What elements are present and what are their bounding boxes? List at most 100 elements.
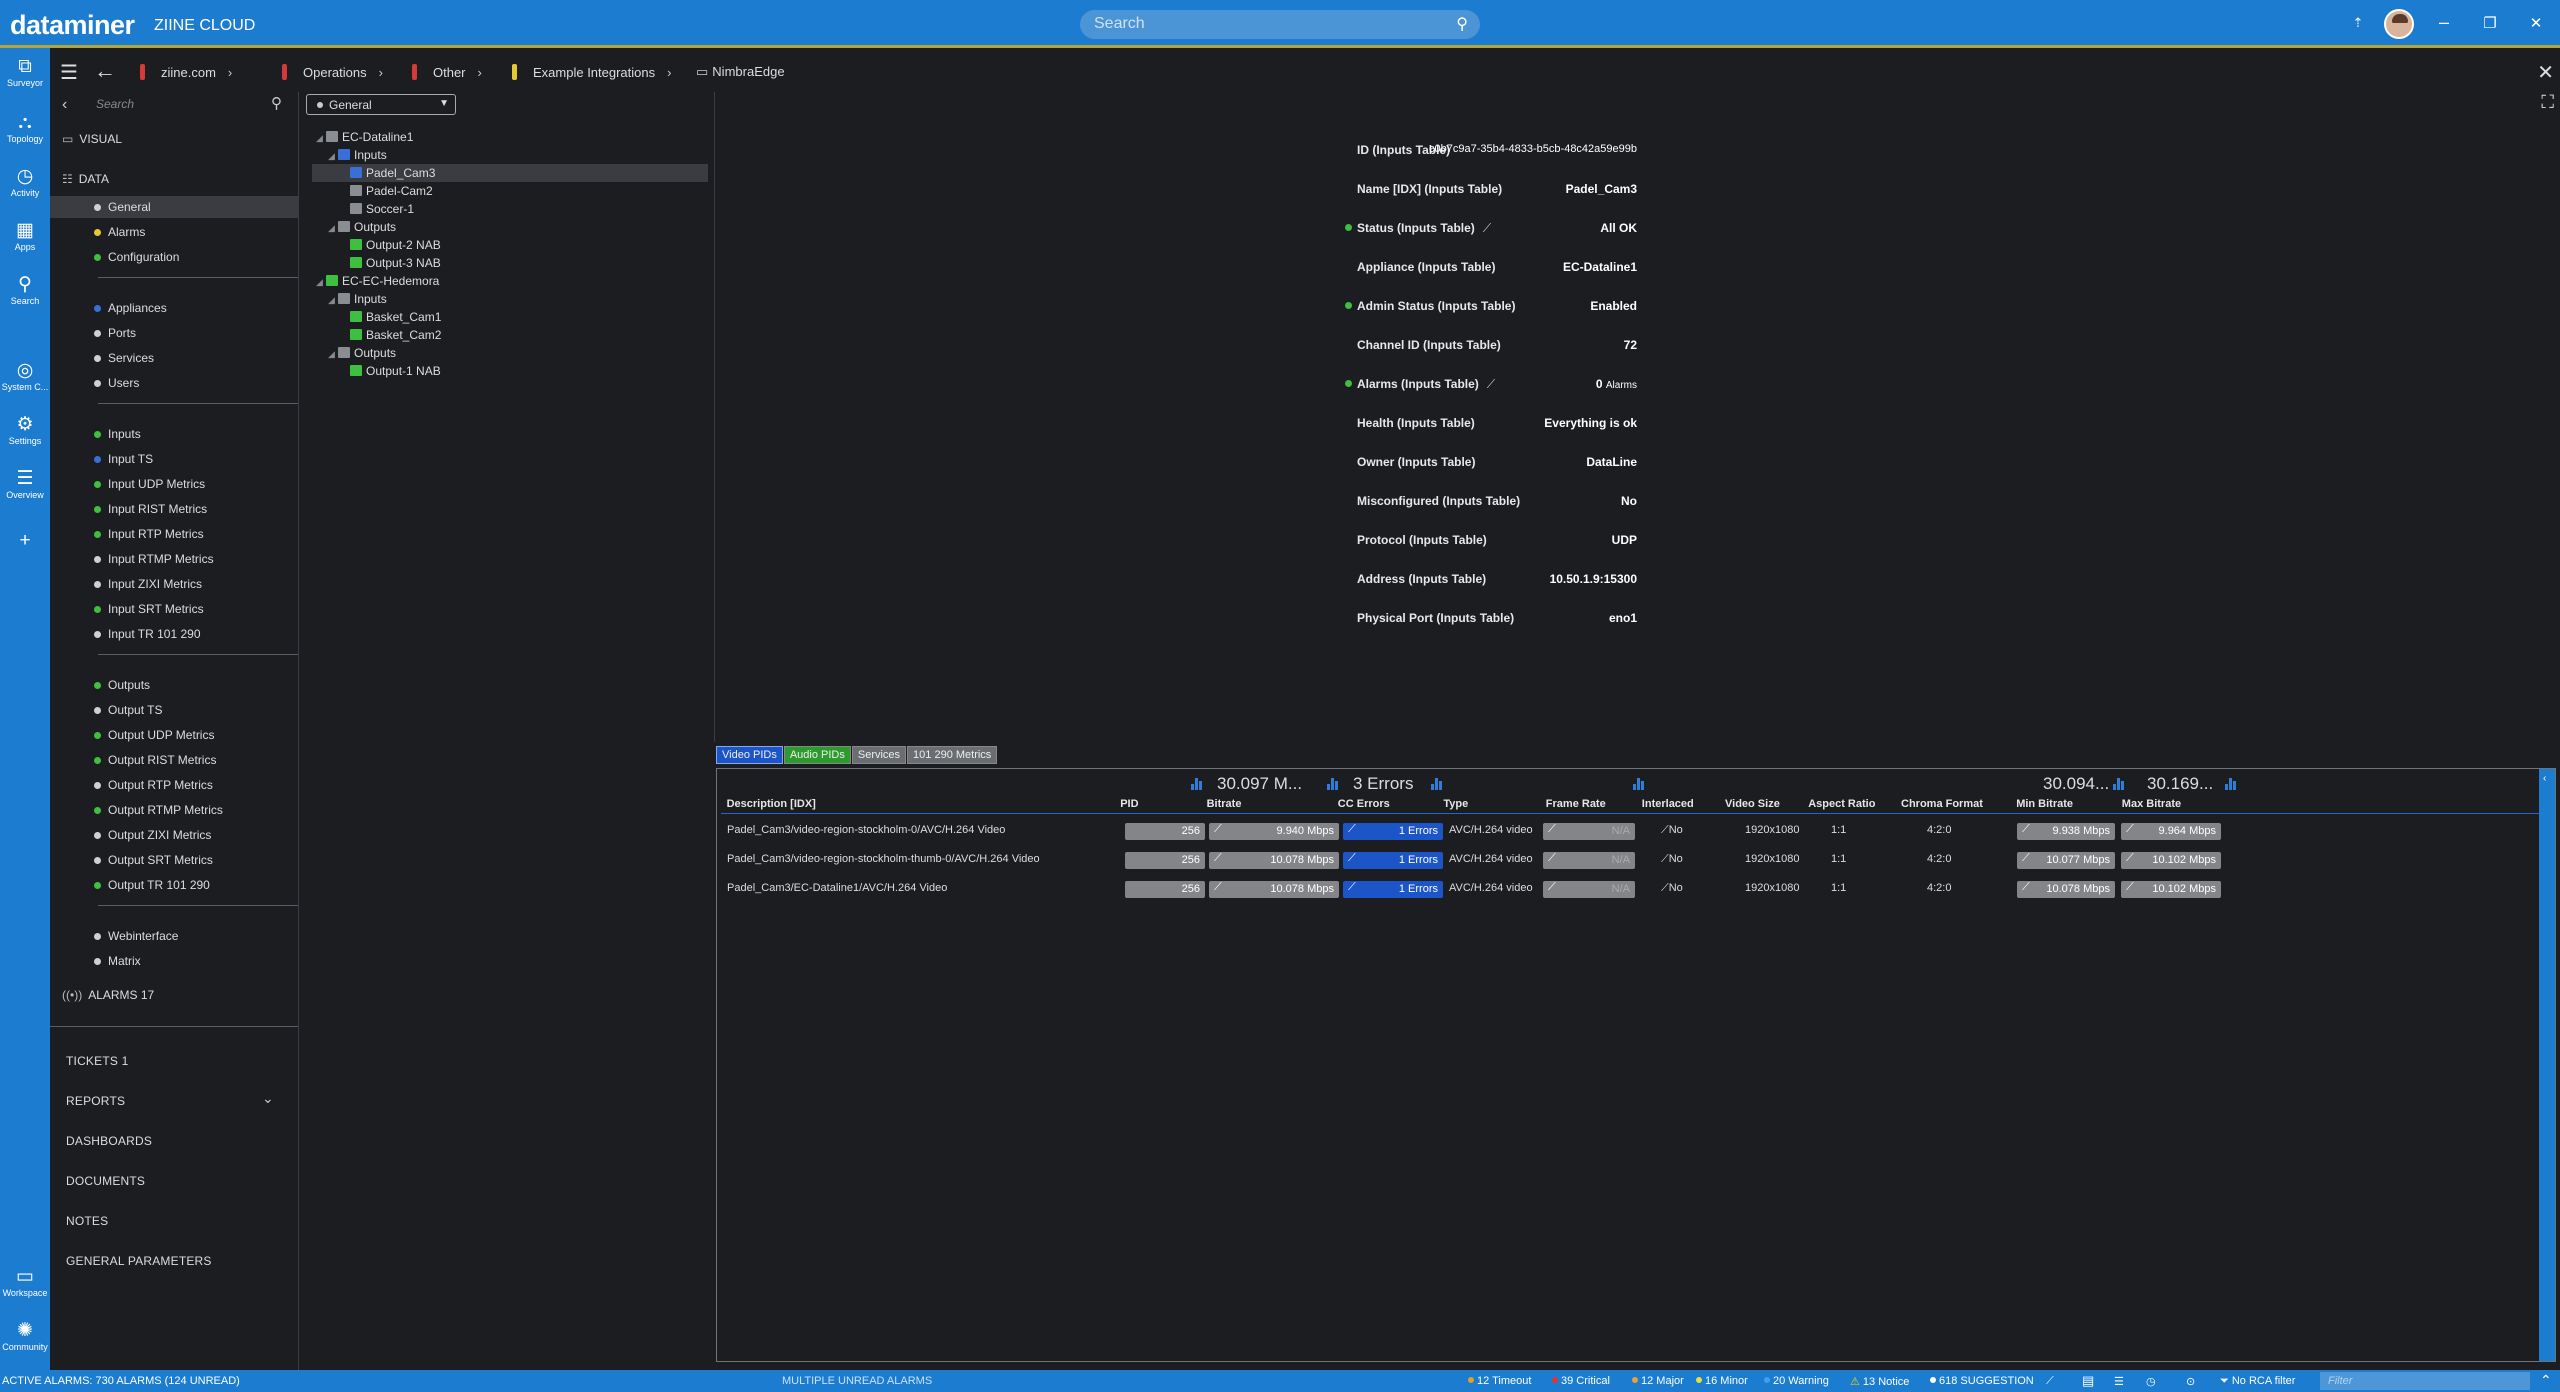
rail-topology[interactable]: ⛬ Topology [0, 112, 50, 144]
nav-item-output-zixi-metrics[interactable]: Output ZIXI Metrics [50, 824, 298, 846]
nav-item-input-rtp-metrics[interactable]: Input RTP Metrics [50, 523, 298, 545]
nav-item-input-udp-metrics[interactable]: Input UDP Metrics [50, 473, 298, 495]
rail-surveyor[interactable]: ⧉ Surveyor [0, 56, 50, 88]
expand-toggle-icon[interactable]: ◢ [328, 295, 338, 306]
global-search-input[interactable]: Search ⚲ [1080, 10, 1480, 39]
close-window-button[interactable]: ✕ [2524, 14, 2548, 32]
bar-chart-icon[interactable] [2113, 777, 2126, 790]
nav-item-configuration[interactable]: Configuration [50, 246, 298, 268]
nav-item-input-srt-metrics[interactable]: Input SRT Metrics [50, 598, 298, 620]
back-arrow-icon[interactable]: ← [94, 58, 116, 84]
trend-icon[interactable]: ⟋ [1661, 853, 1669, 865]
restore-button[interactable]: ❐ [2478, 14, 2502, 32]
nav-search-input[interactable]: Search ⚲ [90, 92, 290, 116]
page-dropdown[interactable]: General ▼ [306, 94, 456, 115]
trend-icon[interactable]: ⟋ [2046, 1375, 2054, 1388]
nav-item-output-rist-metrics[interactable]: Output RIST Metrics [50, 749, 298, 771]
column-header-frame-rate[interactable]: Frame Rate [1546, 798, 1606, 810]
nav-item-users[interactable]: Users [50, 372, 298, 394]
trend-icon[interactable]: ⟋ [2126, 852, 2134, 865]
unread-alarms-text[interactable]: MULTIPLE UNREAD ALARMS [782, 1375, 932, 1387]
nav-item-output-rtmp-metrics[interactable]: Output RTMP Metrics [50, 799, 298, 821]
alarm-count-major[interactable]: 12 Major [1632, 1375, 1684, 1387]
sort-icon[interactable]: ☰ [2114, 1375, 2124, 1388]
tree-node[interactable]: Basket_Cam1 [312, 308, 708, 326]
alarm-filter-input[interactable]: Filter [2320, 1372, 2530, 1390]
close-card-icon[interactable]: ✕ [2537, 60, 2554, 85]
chevron-left-icon[interactable]: ‹ [62, 96, 67, 114]
trend-icon[interactable]: ⟋ [2022, 881, 2030, 894]
nav-item-input-ts[interactable]: Input TS [50, 448, 298, 470]
trend-icon[interactable]: ⟋ [1548, 881, 1556, 894]
nav-notes[interactable]: NOTES [66, 1214, 108, 1228]
rail-overview[interactable]: ☰ Overview [0, 468, 50, 500]
trend-icon[interactable]: ⟋ [1214, 852, 1222, 865]
trend-icon[interactable]: ⟋ [1661, 882, 1669, 894]
column-header-bitrate[interactable]: Bitrate [1207, 798, 1242, 810]
bar-chart-icon[interactable] [1431, 777, 1444, 790]
nav-item-alarms[interactable]: Alarms [50, 221, 298, 243]
nav-item-output-rtp-metrics[interactable]: Output RTP Metrics [50, 774, 298, 796]
alarm-count-timeout[interactable]: 12 Timeout [1468, 1375, 1531, 1387]
tree-node[interactable]: ◢ Inputs [312, 146, 708, 164]
alarm-count-minor[interactable]: 16 Minor [1696, 1375, 1748, 1387]
nav-item-general[interactable]: General [50, 196, 298, 218]
rail-settings[interactable]: ⚙ Settings [0, 414, 50, 446]
nav-item-output-tr-101-290[interactable]: Output TR 101 290 [50, 874, 298, 896]
trend-icon[interactable]: ⟋ [2126, 823, 2134, 836]
tree-node[interactable]: Basket_Cam2 [312, 326, 708, 344]
trend-icon[interactable]: ⟋ [1548, 852, 1556, 865]
expand-toggle-icon[interactable]: ◢ [328, 349, 338, 360]
tree-node[interactable]: Padel-Cam2 [312, 182, 708, 200]
column-header-max-bitrate[interactable]: Max Bitrate [2122, 798, 2181, 810]
breadcrumb-operations[interactable]: Operations › [282, 64, 383, 80]
column-header-min-bitrate[interactable]: Min Bitrate [2016, 798, 2073, 810]
column-header-description-idx[interactable]: Description [IDX] [727, 798, 816, 810]
tree-node[interactable]: ◢ Outputs [312, 344, 708, 362]
bar-chart-icon[interactable] [1327, 777, 1340, 790]
breadcrumb-example-integrations[interactable]: Example Integrations › [512, 64, 671, 80]
rail-workspace[interactable]: ▭ Workspace [0, 1266, 50, 1298]
trend-icon[interactable]: ⟋ [1214, 823, 1222, 836]
column-header-chroma-format[interactable]: Chroma Format [1901, 798, 1983, 810]
breadcrumb-ziine[interactable]: ziine.com › [140, 64, 232, 80]
tree-node[interactable]: ◢ EC-Dataline1 [312, 128, 708, 146]
trend-icon[interactable]: ⟋ [1348, 823, 1356, 836]
bar-chart-icon[interactable] [1633, 777, 1646, 790]
rca-filter[interactable]: ⏷ No RCA filter [2220, 1375, 2295, 1388]
trend-icon[interactable]: ⟋ [2126, 881, 2134, 894]
trend-icon[interactable]: ⟋ [1487, 377, 1495, 391]
expand-toggle-icon[interactable]: ◢ [328, 151, 338, 162]
table-row[interactable]: Padel_Cam3/video-region-stockholm-thumb-… [717, 850, 2537, 872]
column-header-cc-errors[interactable]: CC Errors [1338, 798, 1390, 810]
nav-data[interactable]: ☷ DATA [62, 172, 109, 186]
trend-icon[interactable]: ⟋ [1483, 221, 1491, 235]
expand-toggle-icon[interactable]: ◢ [316, 277, 326, 288]
tree-node[interactable]: ◢ Inputs [312, 290, 708, 308]
trend-icon[interactable]: ⟋ [2022, 852, 2030, 865]
active-alarms-text[interactable]: ACTIVE ALARMS: 730 ALARMS (124 UNREAD) [2, 1375, 240, 1387]
tab-audio-pids[interactable]: Audio PIDs [783, 746, 851, 764]
nav-item-appliances[interactable]: Appliances [50, 297, 298, 319]
tree-node[interactable]: ◢ Outputs [312, 218, 708, 236]
nav-general-parameters[interactable]: GENERAL PARAMETERS [66, 1254, 212, 1268]
nav-item-input-tr-101-290[interactable]: Input TR 101 290 [50, 623, 298, 645]
tree-node[interactable]: ◢ EC-EC-Hedemora [312, 272, 708, 290]
nav-item-matrix[interactable]: Matrix [50, 950, 298, 972]
trend-icon[interactable]: ⟋ [1548, 823, 1556, 836]
bar-chart-icon[interactable] [1191, 777, 1204, 790]
table-row[interactable]: Padel_Cam3/video-region-stockholm-0/AVC/… [717, 821, 2537, 843]
trend-icon[interactable]: ⟋ [2022, 823, 2030, 836]
user-avatar[interactable] [2384, 9, 2414, 39]
tab-services[interactable]: Services [851, 746, 907, 764]
tab-video-pids[interactable]: Video PIDs [716, 746, 783, 764]
tree-node[interactable]: Soccer-1 [312, 200, 708, 218]
alarm-count-notice[interactable]: ⚠ 13 Notice [1850, 1375, 1909, 1388]
table-row[interactable]: Padel_Cam3/EC-Dataline1/AVC/H.264 Video 2… [717, 879, 2537, 901]
trend-icon[interactable]: ⟋ [1214, 881, 1222, 894]
table-scrollbar[interactable]: ‹ [2539, 769, 2555, 1361]
column-header-aspect-ratio[interactable]: Aspect Ratio [1808, 798, 1875, 810]
nav-item-webinterface[interactable]: Webinterface [50, 925, 298, 947]
chevron-down-icon[interactable]: ⌄ [262, 1090, 274, 1107]
nav-visual[interactable]: ▭ VISUAL [62, 132, 122, 146]
